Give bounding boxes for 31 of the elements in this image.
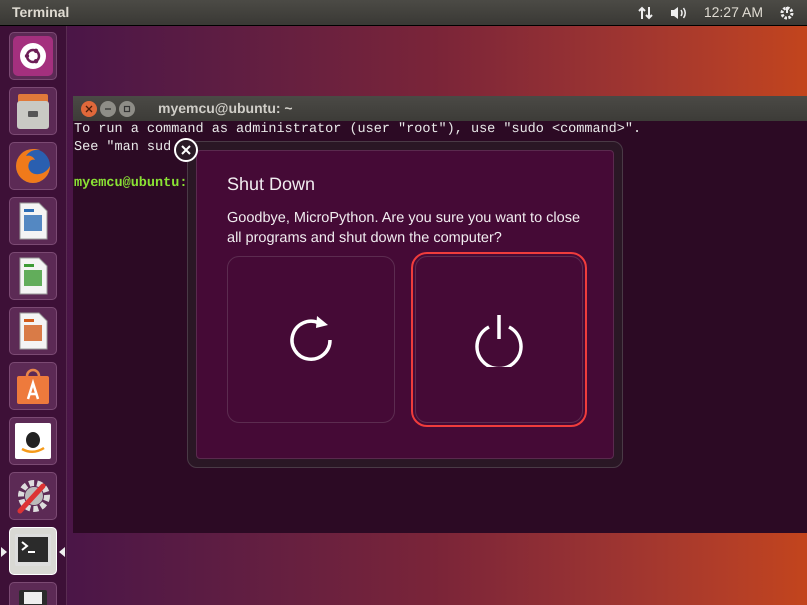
network-icon[interactable] [638,4,654,20]
power-icon [474,312,524,366]
logo-icon [13,36,53,76]
close-icon [85,104,93,112]
launcher-item[interactable] [9,417,57,465]
minimize-button[interactable] [100,100,116,116]
launcher-item[interactable] [9,197,57,245]
globe-icon [13,146,53,186]
speaker-icon[interactable] [670,4,688,20]
maximize-icon [123,104,131,112]
launcher-item[interactable] [9,472,57,520]
gear-icon[interactable] [779,4,795,20]
restart-button[interactable] [227,256,395,423]
focus-arrow-icon [59,547,65,557]
launcher-item[interactable] [9,362,57,410]
launcher-item[interactable] [9,252,57,300]
dialog-message: Goodbye, MicroPython. Are you sure you want to close all programs and shut down the computer? [227,209,582,248]
terminal-prompt: myemcu@ubuntu: [74,175,188,193]
terminal-line: See "man sud [74,139,172,157]
window-title: Terminal [12,3,70,22]
dialog-title: Shut Down [227,173,316,196]
terminal-line: To run a command as administrator (user "root"), use "sudo <command>". [74,121,642,139]
clock[interactable]: 12:27 AM [704,2,763,23]
launcher-item[interactable] [9,307,57,355]
active-arrow-icon [1,547,7,557]
terminal-title: myemcu@ubuntu: ~ [158,99,293,118]
shop-icon [13,421,53,461]
maximize-button[interactable] [119,100,135,116]
close-icon [181,145,191,155]
launcher-item[interactable] [9,87,57,135]
launcher-item[interactable] [9,32,57,80]
